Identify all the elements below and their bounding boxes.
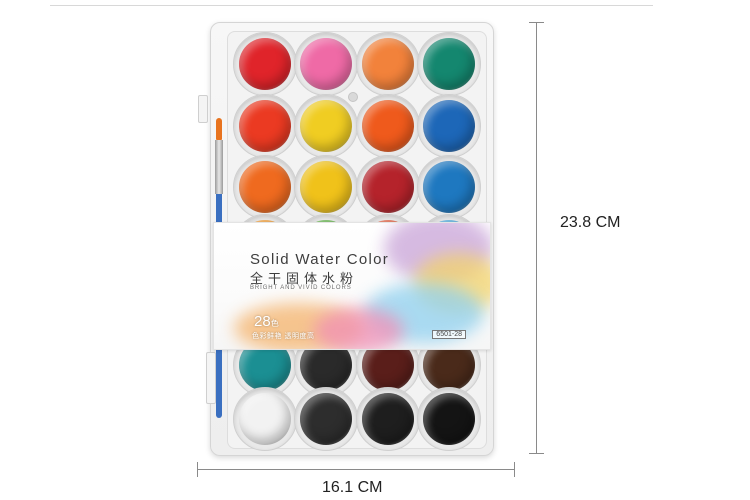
- height-dimension-cap: [529, 453, 544, 454]
- brush-tip: [216, 118, 222, 140]
- width-dimension-line: [197, 469, 515, 470]
- paint-cake: [239, 100, 291, 152]
- top-divider: [50, 5, 653, 6]
- paint-well: [233, 387, 297, 451]
- paint-well: [233, 155, 297, 219]
- height-dimension-line: [536, 22, 537, 454]
- paint-cake: [239, 38, 291, 90]
- width-label: 16.1 CM: [322, 479, 383, 496]
- model-number: 6501-28: [432, 330, 466, 339]
- height-dimension-cap: [529, 22, 544, 23]
- paint-well: [356, 32, 420, 96]
- label-sleeve: Solid Water Color 全干固体水粉 BRIGHT AND VIVI…: [213, 222, 491, 350]
- paint-cake: [300, 393, 352, 445]
- width-dimension-cap: [197, 462, 198, 477]
- brand-title: Solid Water Color: [250, 251, 390, 268]
- brush-ferrule: [215, 140, 223, 194]
- paint-well: [294, 32, 358, 96]
- paint-cake: [423, 393, 475, 445]
- paint-well: [417, 32, 481, 96]
- color-count-number: 28: [254, 313, 271, 330]
- paint-well: [294, 387, 358, 451]
- paint-well: [356, 155, 420, 219]
- tagline: BRIGHT AND VIVID COLORS: [250, 285, 352, 291]
- paint-cake: [239, 393, 291, 445]
- paint-well: [233, 94, 297, 158]
- width-dimension-cap: [514, 462, 515, 477]
- tagline-chinese: 色彩鲜艳 透明度高: [252, 333, 315, 340]
- paint-well: [233, 32, 297, 96]
- paint-cake: [362, 38, 414, 90]
- watercolor-wash: [314, 308, 404, 349]
- paint-cake: [362, 161, 414, 213]
- paint-cake: [362, 393, 414, 445]
- paint-cake: [300, 38, 352, 90]
- paint-cake: [423, 100, 475, 152]
- paint-well: [294, 94, 358, 158]
- color-count: 28色: [254, 313, 279, 330]
- paint-well: [294, 155, 358, 219]
- paint-cake: [239, 161, 291, 213]
- thumb-hole: [348, 92, 358, 102]
- paint-well: [417, 94, 481, 158]
- paint-well: [356, 94, 420, 158]
- paint-cake: [362, 100, 414, 152]
- paint-cake: [423, 161, 475, 213]
- paint-cake: [300, 161, 352, 213]
- height-label: 23.8 CM: [560, 214, 621, 231]
- paint-well: [356, 387, 420, 451]
- paint-well: [417, 387, 481, 451]
- paint-well: [417, 155, 481, 219]
- paint-cake: [423, 38, 475, 90]
- color-count-unit: 色: [270, 319, 279, 328]
- side-clip-top: [198, 95, 208, 123]
- paint-cake: [300, 100, 352, 152]
